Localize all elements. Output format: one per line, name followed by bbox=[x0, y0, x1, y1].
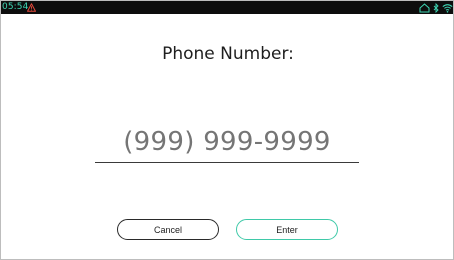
enter-button-label: Enter bbox=[276, 224, 298, 235]
status-icons bbox=[419, 2, 453, 13]
status-time: 05:54 bbox=[2, 2, 29, 12]
phone-field bbox=[95, 122, 359, 163]
cancel-button-label: Cancel bbox=[153, 224, 182, 235]
phone-number-input[interactable] bbox=[95, 122, 359, 162]
page-title: Phone Number: bbox=[162, 44, 294, 64]
home-cloud-icon bbox=[419, 2, 430, 12]
wifi-icon bbox=[442, 3, 453, 13]
warning-icon bbox=[27, 3, 36, 12]
app-window: 05:54 Phone Number: Cancel bbox=[0, 0, 454, 260]
cancel-button[interactable]: Cancel bbox=[117, 219, 219, 240]
status-bar: 05:54 bbox=[1, 1, 453, 14]
enter-button[interactable]: Enter bbox=[236, 219, 338, 240]
bluetooth-icon bbox=[433, 2, 439, 13]
